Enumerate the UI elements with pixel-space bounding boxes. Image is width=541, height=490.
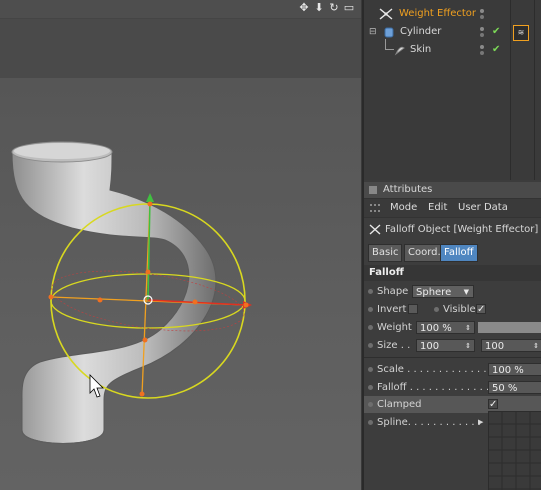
bent-cylinder-mesh[interactable]: [11, 141, 217, 444]
object-title-row: Falloff Object [Weight Effector]: [364, 220, 541, 240]
clamped-checkbox[interactable]: ✓: [488, 399, 498, 410]
invert-label: Invert: [377, 304, 407, 315]
shape-value: Sphere: [416, 287, 452, 298]
param-shape: Shape Sphere ▼: [364, 283, 541, 300]
enabled-check-icon[interactable]: ✔: [492, 23, 500, 41]
animate-bullet-icon[interactable]: [368, 289, 373, 294]
size-y-input[interactable]: 100 ⇕: [481, 339, 541, 352]
animate-bullet-icon[interactable]: [368, 307, 373, 312]
animate-bullet-icon[interactable]: [368, 402, 373, 407]
attributes-menu-bar: Mode Edit User Data: [364, 199, 541, 218]
object-name: Skin: [410, 44, 432, 55]
invert-checkbox[interactable]: [408, 304, 418, 314]
enabled-check-icon[interactable]: ✔: [492, 41, 500, 59]
visible-label: Visible: [443, 304, 476, 315]
skin-icon: [394, 46, 405, 56]
tree-line: [385, 39, 394, 50]
object-name: Weight Effector: [399, 8, 477, 19]
animate-bullet-icon[interactable]: [368, 367, 373, 372]
spline-graph[interactable]: [488, 411, 541, 490]
scale-label: Scale . . . . . . . . . . . . .: [377, 364, 487, 375]
scene-canvas[interactable]: [0, 0, 361, 490]
attributes-title: Attributes: [383, 184, 433, 195]
section-header: Falloff: [364, 265, 541, 281]
falloff-value: 50 %: [492, 383, 518, 394]
object-row-weight-effector[interactable]: Weight Effector: [364, 5, 541, 23]
param-falloff: Falloff . . . . . . . . . . . . . 50 %: [364, 379, 541, 396]
animate-bullet-icon[interactable]: [368, 325, 373, 330]
weight-tag-icon[interactable]: ≋: [513, 25, 529, 41]
spline-label: Spline. . . . . . . . . . . .: [377, 417, 481, 428]
stepper-icon: ⇕: [465, 342, 471, 350]
animate-bullet-icon[interactable]: [368, 420, 373, 425]
3d-viewport[interactable]: ✥ ⬇ ↻ ▭: [0, 0, 361, 490]
weight-slider-fill: [478, 322, 541, 333]
stepper-icon: ⇕: [533, 342, 539, 350]
panel-icon: [369, 186, 377, 194]
tab-basic[interactable]: Basic: [368, 244, 403, 262]
shape-label: Shape: [377, 286, 409, 297]
tab-coord[interactable]: Coord.: [404, 244, 445, 262]
visibility-dots[interactable]: [480, 9, 490, 19]
expand-arrow-icon[interactable]: ▶: [478, 414, 483, 431]
param-size: Size . . 100 ⇕ 100 ⇕: [364, 337, 541, 354]
animate-bullet-icon[interactable]: [368, 343, 373, 348]
param-weight: Weight 100 % ⇕: [364, 319, 541, 336]
object-row-skin[interactable]: Skin ✔: [364, 39, 541, 59]
menu-edit[interactable]: Edit: [428, 202, 447, 213]
size-x-value: 100: [420, 341, 440, 352]
visible-checkbox[interactable]: ✓: [476, 304, 486, 315]
divider: [364, 357, 541, 358]
weight-value: 100 %: [420, 323, 452, 334]
animate-bullet-icon[interactable]: [434, 307, 439, 312]
param-invert-visible: Invert Visible ✓: [364, 301, 541, 318]
menu-mode[interactable]: Mode: [390, 202, 417, 213]
weight-slider[interactable]: [478, 322, 541, 333]
grip-icon: [370, 204, 380, 212]
size-label: Size . .: [377, 340, 411, 351]
visibility-dots[interactable]: [480, 45, 490, 55]
size-x-input[interactable]: 100 ⇕: [416, 339, 475, 352]
stepper-icon: ⇕: [465, 324, 471, 332]
size-y-value: 100: [485, 341, 505, 352]
effector-icon: [369, 224, 381, 235]
object-title: Falloff Object [Weight Effector]: [385, 224, 539, 235]
object-manager: Weight Effector ⊟ Cylinder ✔ ≋ Skin ✔: [364, 0, 541, 180]
shape-dropdown[interactable]: Sphere ▼: [412, 285, 474, 298]
attribute-tabs: Basic Coord. Falloff: [364, 244, 541, 262]
object-name: Cylinder: [400, 26, 442, 37]
animate-bullet-icon[interactable]: [368, 385, 373, 390]
falloff-label: Falloff . . . . . . . . . . . . .: [377, 382, 490, 393]
scale-input[interactable]: 100 %: [488, 363, 541, 376]
tab-falloff[interactable]: Falloff: [440, 244, 478, 262]
collapse-icon[interactable]: ⊟: [369, 23, 377, 41]
cylinder-icon: [384, 27, 394, 38]
clamped-label: Clamped: [377, 399, 422, 410]
falloff-input[interactable]: 50 %: [488, 381, 541, 394]
chevron-down-icon: ▼: [463, 288, 469, 296]
scale-value: 100 %: [492, 365, 524, 376]
param-scale: Scale . . . . . . . . . . . . . 100 %: [364, 361, 541, 378]
menu-user-data[interactable]: User Data: [458, 202, 508, 213]
section-title: Falloff: [369, 267, 404, 278]
visibility-dots[interactable]: [480, 27, 490, 37]
weight-label: Weight: [377, 322, 412, 333]
right-panel: Weight Effector ⊟ Cylinder ✔ ≋ Skin ✔ At…: [362, 0, 541, 490]
effector-icon: [379, 8, 393, 20]
attributes-manager: Attributes Mode Edit User Data Falloff O…: [364, 182, 541, 490]
attributes-title-bar: Attributes: [364, 182, 541, 199]
weight-input[interactable]: 100 % ⇕: [416, 321, 475, 334]
